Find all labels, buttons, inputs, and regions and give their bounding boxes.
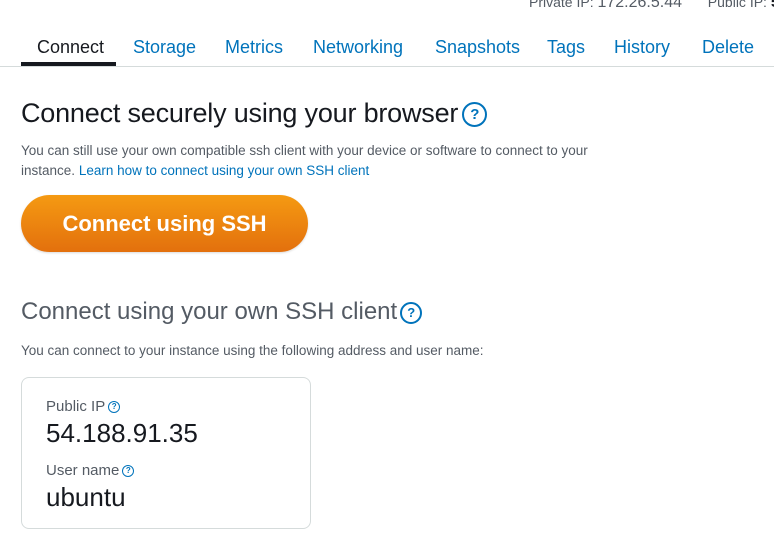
public-ip-label-text: Public IP — [46, 398, 106, 415]
browser-connect-title: Connect securely using your browser — [21, 98, 459, 128]
instance-tabs: Connect Storage Metrics Networking Snaps… — [0, 28, 774, 67]
tab-history[interactable]: History — [614, 37, 670, 58]
tab-connect[interactable]: Connect — [37, 37, 104, 58]
active-tab-indicator — [21, 62, 116, 66]
user-name-label-text: User name — [46, 462, 120, 479]
user-name-field-label: User name? — [46, 462, 135, 479]
tab-snapshots[interactable]: Snapshots — [435, 37, 520, 58]
browser-connect-heading: Connect securely using your browser? — [21, 98, 488, 129]
public-ip-label: Public IP: — [707, 0, 767, 10]
help-icon[interactable]: ? — [108, 401, 121, 413]
tab-metrics[interactable]: Metrics — [225, 37, 283, 58]
browser-connect-description: You can still use your own compatible ss… — [21, 141, 621, 181]
ssh-client-title: Connect using your own SSH client — [21, 298, 398, 325]
ssh-client-heading: Connect using your own SSH client? — [21, 298, 423, 326]
tab-networking[interactable]: Networking — [313, 37, 403, 58]
tab-tags[interactable]: Tags — [547, 37, 585, 58]
instance-ip-summary: Private IP: 172.26.5.44 Public IP: 54 — [529, 0, 774, 12]
public-ip-field-label: Public IP? — [46, 398, 121, 415]
user-name-value: ubuntu — [46, 482, 126, 512]
learn-ssh-client-link[interactable]: Learn how to connect using your own SSH … — [79, 163, 369, 178]
tab-delete[interactable]: Delete — [702, 37, 754, 58]
help-icon[interactable]: ? — [400, 302, 423, 324]
ssh-client-description: You can connect to your instance using t… — [21, 343, 484, 358]
help-icon[interactable]: ? — [122, 465, 135, 477]
connection-details-card: Public IP? 54.188.91.35 User name? ubunt… — [21, 377, 311, 529]
connect-using-ssh-button[interactable]: Connect using SSH — [21, 195, 308, 252]
tab-storage[interactable]: Storage — [133, 37, 196, 58]
private-ip-label: Private IP: — [529, 0, 594, 10]
private-ip-value: 172.26.5.44 — [597, 0, 683, 11]
public-ip-value: 54.188.91.35 — [46, 418, 198, 448]
help-icon[interactable]: ? — [462, 102, 488, 127]
